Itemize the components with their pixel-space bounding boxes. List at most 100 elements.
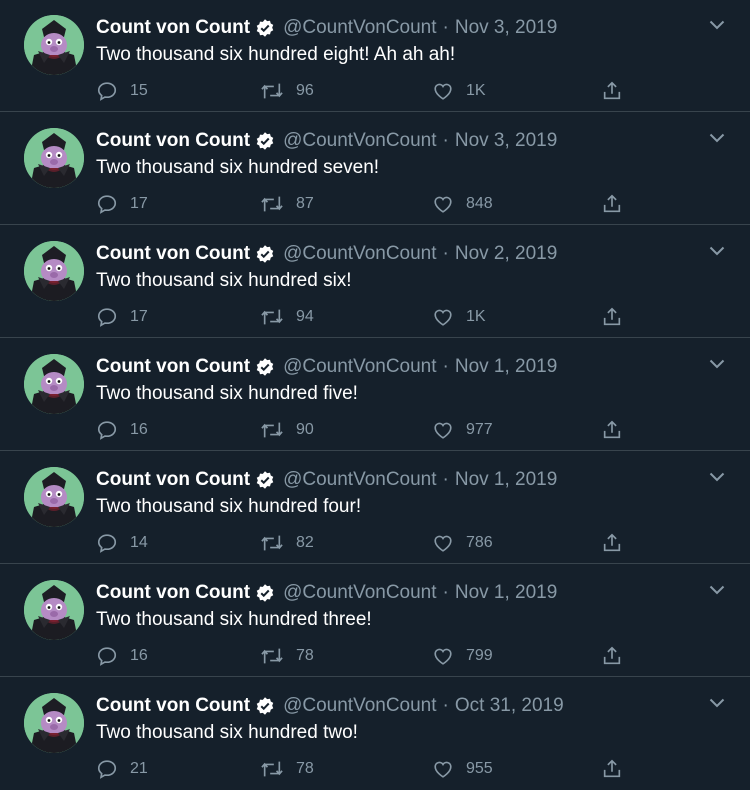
tweet[interactable]: Count von Count @CountVonCount · Nov 2, … [0,226,750,338]
tweet-date[interactable]: Nov 1, 2019 [455,356,557,378]
retweet-button[interactable]: 96 [260,78,314,104]
share-icon [603,646,621,665]
tweet-actions: 17 87 848 [96,191,636,217]
like-button[interactable]: 848 [432,191,493,217]
tweet-header: Count von Count @CountVonCount · Nov 1, … [96,354,690,380]
retweet-button[interactable]: 78 [260,643,314,669]
tweet[interactable]: Count von Count @CountVonCount · Oct 31,… [0,678,750,790]
reply-button[interactable]: 14 [96,530,148,556]
tweet-header: Count von Count @CountVonCount · Nov 2, … [96,241,690,267]
avatar[interactable] [24,15,84,75]
author-name[interactable]: Count von Count [96,17,250,39]
reply-button[interactable]: 16 [96,643,148,669]
retweet-button[interactable]: 90 [260,417,314,443]
tweet[interactable]: Count von Count @CountVonCount · Nov 3, … [0,0,750,112]
retweet-icon [261,196,283,212]
tweet-date[interactable]: Nov 3, 2019 [455,17,557,39]
tweet[interactable]: Count von Count @CountVonCount · Nov 1, … [0,565,750,677]
reply-button[interactable]: 17 [96,191,148,217]
retweet-button[interactable]: 82 [260,530,314,556]
like-button[interactable]: 955 [432,756,493,782]
chevron-down-icon[interactable] [706,240,728,262]
retweet-count: 96 [296,82,314,99]
verified-badge-icon [255,18,275,38]
author-handle[interactable]: @CountVonCount [283,695,436,717]
retweet-count: 87 [296,195,314,212]
like-button[interactable]: 786 [432,530,493,556]
share-button[interactable] [601,304,623,330]
share-button[interactable] [601,191,623,217]
share-button[interactable] [601,78,623,104]
avatar[interactable] [24,580,84,640]
reply-icon [97,647,117,666]
retweet-count: 90 [296,421,314,438]
author-name[interactable]: Count von Count [96,582,250,604]
avatar[interactable] [24,467,84,527]
tweet[interactable]: Count von Count @CountVonCount · Nov 1, … [0,452,750,564]
reply-button[interactable]: 17 [96,304,148,330]
retweet-button[interactable]: 78 [260,756,314,782]
author-name[interactable]: Count von Count [96,469,250,491]
like-button[interactable]: 1K [432,304,486,330]
tweet-text: Two thousand six hundred eight! Ah ah ah… [96,44,456,65]
retweet-icon [261,761,283,777]
tweet-date[interactable]: Nov 2, 2019 [455,243,557,265]
author-handle[interactable]: @CountVonCount [283,130,436,152]
tweet-actions: 17 94 1K [96,304,636,330]
reply-button[interactable]: 21 [96,756,148,782]
chevron-down-icon[interactable] [706,127,728,149]
retweet-count: 78 [296,647,314,664]
separator-dot: · [442,582,449,603]
like-icon [434,196,452,213]
chevron-down-icon[interactable] [706,579,728,601]
share-icon [603,307,621,326]
retweet-button[interactable]: 94 [260,304,314,330]
tweet-header: Count von Count @CountVonCount · Nov 3, … [96,15,690,41]
like-count: 1K [466,82,486,99]
author-name[interactable]: Count von Count [96,243,250,265]
author-name[interactable]: Count von Count [96,356,250,378]
author-handle[interactable]: @CountVonCount [283,469,436,491]
like-count: 977 [466,421,493,438]
chevron-down-icon[interactable] [706,466,728,488]
like-button[interactable]: 977 [432,417,493,443]
avatar[interactable] [24,128,84,188]
author-handle[interactable]: @CountVonCount [283,356,436,378]
reply-icon [97,195,117,214]
verified-badge-icon [255,244,275,264]
like-button[interactable]: 1K [432,78,486,104]
avatar[interactable] [24,354,84,414]
tweet-actions: 16 78 799 [96,643,636,669]
reply-button[interactable]: 15 [96,78,148,104]
reply-button[interactable]: 16 [96,417,148,443]
tweet[interactable]: Count von Count @CountVonCount · Nov 3, … [0,113,750,225]
separator-dot: · [442,130,449,151]
like-button[interactable]: 799 [432,643,493,669]
author-name[interactable]: Count von Count [96,695,250,717]
author-handle[interactable]: @CountVonCount [283,582,436,604]
retweet-icon [261,535,283,551]
tweet-date[interactable]: Nov 1, 2019 [455,582,557,604]
avatar[interactable] [24,693,84,753]
chevron-down-icon[interactable] [706,353,728,375]
tweet-text: Two thousand six hundred four! [96,496,362,517]
retweet-button[interactable]: 87 [260,191,314,217]
share-button[interactable] [601,643,623,669]
tweet-feed: Count von Count @CountVonCount · Nov 3, … [0,0,750,788]
reply-count: 17 [130,308,148,325]
author-name[interactable]: Count von Count [96,130,250,152]
avatar[interactable] [24,241,84,301]
share-icon [603,420,621,439]
chevron-down-icon[interactable] [706,692,728,714]
tweet-date[interactable]: Oct 31, 2019 [455,695,564,717]
tweet-date[interactable]: Nov 3, 2019 [455,130,557,152]
author-handle[interactable]: @CountVonCount [283,17,436,39]
tweet[interactable]: Count von Count @CountVonCount · Nov 1, … [0,339,750,451]
author-handle[interactable]: @CountVonCount [283,243,436,265]
share-button[interactable] [601,530,623,556]
chevron-down-icon[interactable] [706,14,728,36]
share-button[interactable] [601,417,623,443]
reply-icon [97,760,117,779]
share-button[interactable] [601,756,623,782]
tweet-date[interactable]: Nov 1, 2019 [455,469,557,491]
